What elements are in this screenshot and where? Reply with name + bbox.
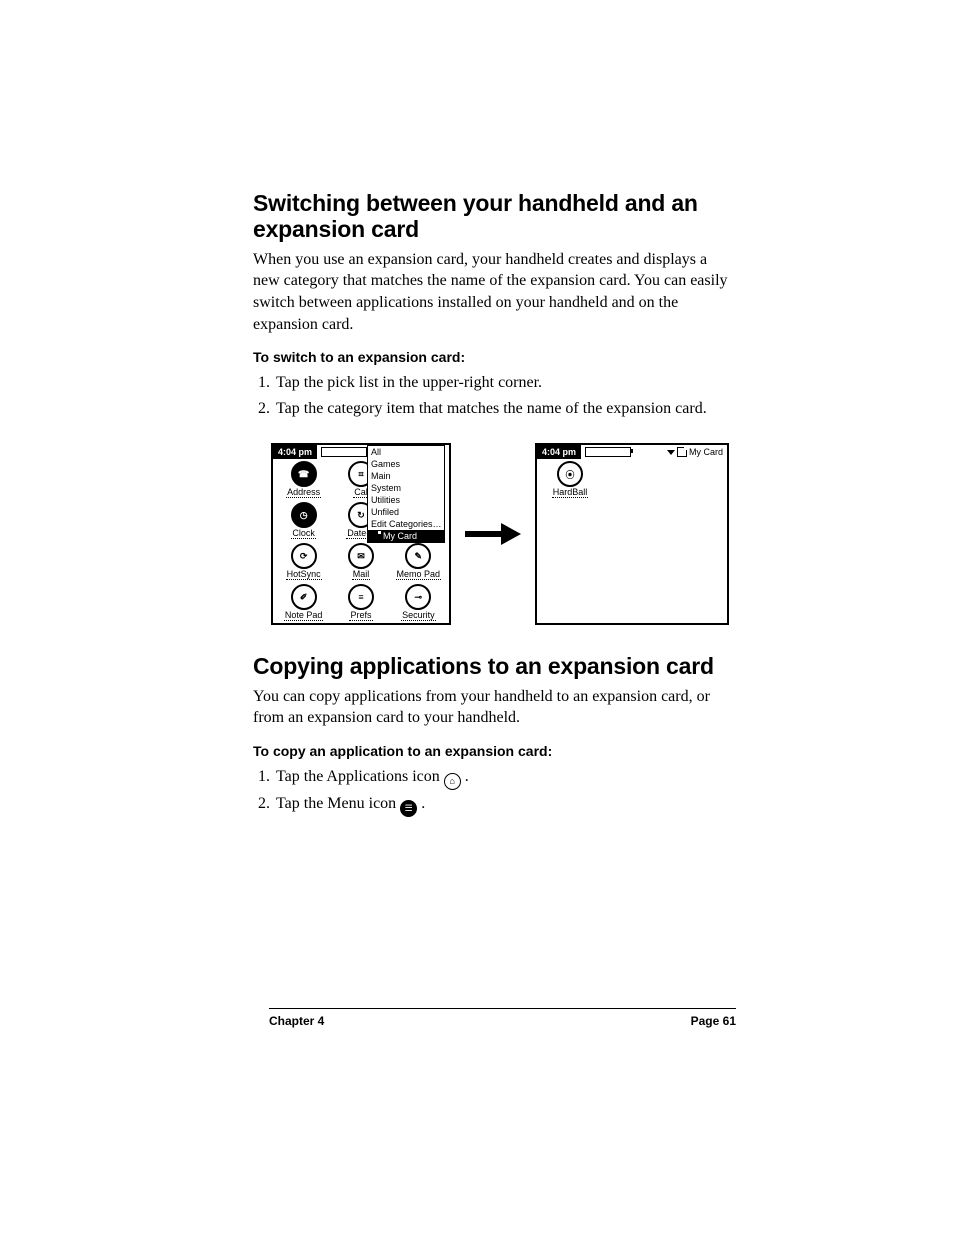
footer-rule [269,1008,736,1009]
app-memo[interactable]: ✎Memo Pad [390,543,447,580]
step1-text-post: . [465,768,469,785]
launcher-right: ⦿HardBall [539,461,725,621]
category-dropdown[interactable]: All Games Main System Utilities Unfiled … [367,445,445,543]
footer-chapter: Chapter 4 [269,1014,324,1028]
section1-step-1: Tap the pick list in the upper-right cor… [274,371,733,395]
app-security[interactable]: ⊸Security [390,584,447,621]
dropdown-item-all[interactable]: All [368,446,444,458]
section2-subhead: To copy an application to an expansion c… [253,743,733,759]
dropdown-item-main[interactable]: Main [368,470,444,482]
dropdown-item-unfiled[interactable]: Unfiled [368,506,444,518]
section1-subhead: To switch to an expansion card: [253,349,733,365]
battery-left [321,447,367,457]
chevron-down-icon [667,450,675,455]
app-mail[interactable]: ✉Mail [332,543,389,580]
footer-page: Page 61 [691,1014,736,1028]
dropdown-selected-label: My Card [383,531,417,541]
menu-icon: ☰ [400,800,417,817]
device-left: 4:04 pm All Games Main System Utilities … [271,443,451,625]
app-prefs[interactable]: ≡Prefs [332,584,389,621]
statusbar-right: 4:04 pm My Card [537,445,727,459]
section1-step-2: Tap the category item that matches the n… [274,397,733,421]
section1-para: When you use an expansion card, your han… [253,249,733,335]
arrow-icon [465,523,521,545]
time-right: 4:04 pm [537,445,581,459]
dropdown-item-system[interactable]: System [368,482,444,494]
card-icon [371,531,381,541]
section2-para: You can copy applications from your hand… [253,686,733,729]
battery-right [585,447,631,457]
card-icon [677,447,687,457]
section2-step-2: Tap the Menu icon ☰ . [274,792,733,817]
applications-icon: ⌂ [444,773,461,790]
section1-heading: Switching between your handheld and an e… [253,190,733,243]
dropdown-item-edit[interactable]: Edit Categories… [368,518,444,530]
step1-text-pre: Tap the Applications icon [276,768,444,785]
app-address[interactable]: ☎Address [275,461,332,498]
app-hotsync[interactable]: ⟳HotSync [275,543,332,580]
section2-step-1: Tap the Applications icon ⌂ . [274,765,733,790]
figure: 4:04 pm All Games Main System Utilities … [271,443,733,625]
section1-steps: Tap the pick list in the upper-right cor… [253,371,733,421]
device-right: 4:04 pm My Card ⦿HardBall [535,443,729,625]
category-label-right: My Card [689,447,723,457]
category-picker-right[interactable]: My Card [667,447,727,457]
section2-heading: Copying applications to an expansion car… [253,653,733,679]
step2-text-pre: Tap the Menu icon [276,795,400,812]
app-clock[interactable]: ◷Clock [275,502,332,539]
app-hardball[interactable]: ⦿HardBall [539,461,601,498]
app-notepad[interactable]: ✐Note Pad [275,584,332,621]
step2-text-post: . [421,795,425,812]
time-left: 4:04 pm [273,445,317,459]
dropdown-item-mycard[interactable]: My Card [368,530,444,542]
page-footer: Chapter 4 Page 61 [269,1008,736,1028]
dropdown-item-games[interactable]: Games [368,458,444,470]
dropdown-item-utilities[interactable]: Utilities [368,494,444,506]
section2-steps: Tap the Applications icon ⌂ . Tap the Me… [253,765,733,818]
